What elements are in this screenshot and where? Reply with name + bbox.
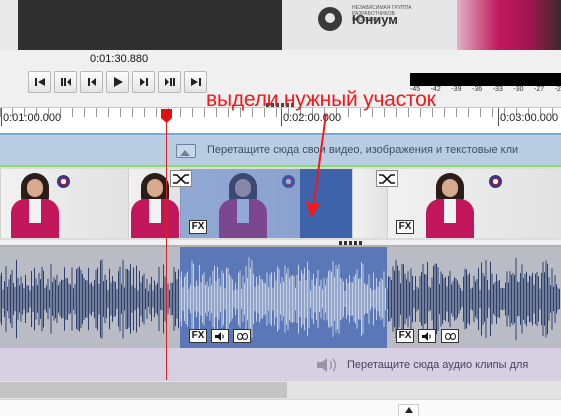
video-fx-button[interactable]: FX xyxy=(189,220,207,234)
scroll-up-button[interactable] xyxy=(398,404,419,416)
skip-to-end-button[interactable] xyxy=(184,71,207,93)
loop-button[interactable] xyxy=(441,329,459,343)
previous-frame-button[interactable] xyxy=(54,71,77,93)
skip-to-end-icon xyxy=(190,78,201,86)
video-preview: НЕЗАВИСИМАЯ ГРУППА РАЗРАБОТЧИКОВ ПРОГРАМ… xyxy=(282,0,561,50)
next-frame-icon xyxy=(164,78,175,86)
ruler-bottom-line xyxy=(0,133,561,135)
play-icon xyxy=(113,77,123,87)
audio-level-meter xyxy=(410,73,561,86)
annotation-text: выдели нужный участок xyxy=(206,88,436,111)
preview-area: НЕЗАВИСИМАЯ ГРУППА РАЗРАБОТЧИКОВ ПРОГРАМ… xyxy=(0,0,561,50)
logo-title: Юниум xyxy=(352,12,398,27)
meter-tick: -27 xyxy=(534,86,545,93)
audio-fx-button[interactable]: FX xyxy=(396,329,414,343)
volume-button[interactable] xyxy=(418,329,436,343)
playhead-line xyxy=(166,118,167,380)
skip-to-start-button[interactable] xyxy=(28,71,51,93)
bottom-bar xyxy=(0,399,561,416)
meter-tick: -39 xyxy=(451,86,462,93)
audio-waveform xyxy=(0,247,180,348)
unium-logo-icon xyxy=(318,7,342,31)
transition-icon xyxy=(173,173,189,184)
loop-icon xyxy=(236,332,248,340)
uk-flag-icon xyxy=(489,175,502,188)
speaker-icon xyxy=(317,358,337,372)
audio-fx-button[interactable]: FX xyxy=(189,329,207,343)
scrollbar-thumb[interactable] xyxy=(0,382,287,398)
timeline-ruler[interactable]: 0:01:00.000 0:02:00.000 0:03:00.000 xyxy=(0,108,561,136)
meter-tick: -33 xyxy=(492,86,503,93)
previous-frame-icon xyxy=(60,78,71,86)
loop-icon xyxy=(444,332,456,340)
meter-tick: -36 xyxy=(472,86,483,93)
transport-controls xyxy=(28,71,207,93)
meter-tick: -2 xyxy=(554,86,561,93)
video-track[interactable]: FX FX xyxy=(0,167,561,240)
transition-button[interactable] xyxy=(170,170,192,187)
annotation-arrow xyxy=(306,113,327,218)
video-drop-hint: Перетащите сюда свои видео, изображения … xyxy=(207,144,519,156)
video-drop-zone[interactable]: Перетащите сюда свои видео, изображения … xyxy=(0,136,561,166)
video-clip[interactable] xyxy=(0,169,128,238)
preview-person xyxy=(457,0,561,50)
forward-button[interactable] xyxy=(132,71,155,93)
uk-flag-icon xyxy=(57,175,70,188)
rewind-button[interactable] xyxy=(80,71,103,93)
rewind-icon xyxy=(87,78,96,86)
transition-button[interactable] xyxy=(376,170,398,187)
speaker-icon xyxy=(214,331,224,341)
transition-icon xyxy=(379,173,395,184)
meter-tick: -30 xyxy=(513,86,524,93)
ruler-mark: 0:01:00.000 xyxy=(0,108,62,126)
preview-dark-panel xyxy=(18,0,282,50)
volume-button[interactable] xyxy=(211,329,229,343)
play-button[interactable] xyxy=(106,71,129,93)
speaker-icon xyxy=(421,331,431,341)
forward-icon xyxy=(139,78,148,86)
clip-thumbnail xyxy=(416,171,482,238)
audio-track[interactable]: FX FX xyxy=(0,247,561,348)
ruler-mark: 0:03:00.000 xyxy=(497,108,559,126)
horizontal-scrollbar[interactable] xyxy=(0,381,561,399)
audio-drop-zone[interactable]: Перетащите сюда аудио клипы для xyxy=(0,348,561,381)
audio-drop-hint: Перетащите сюда аудио клипы для xyxy=(347,359,529,371)
image-icon xyxy=(176,144,196,158)
loop-button[interactable] xyxy=(233,329,251,343)
video-fx-button[interactable]: FX xyxy=(396,220,414,234)
thumbnail-caption xyxy=(41,219,75,231)
next-frame-button[interactable] xyxy=(158,71,181,93)
current-timecode: 0:01:30.880 xyxy=(90,53,149,65)
skip-to-start-icon xyxy=(34,78,45,86)
